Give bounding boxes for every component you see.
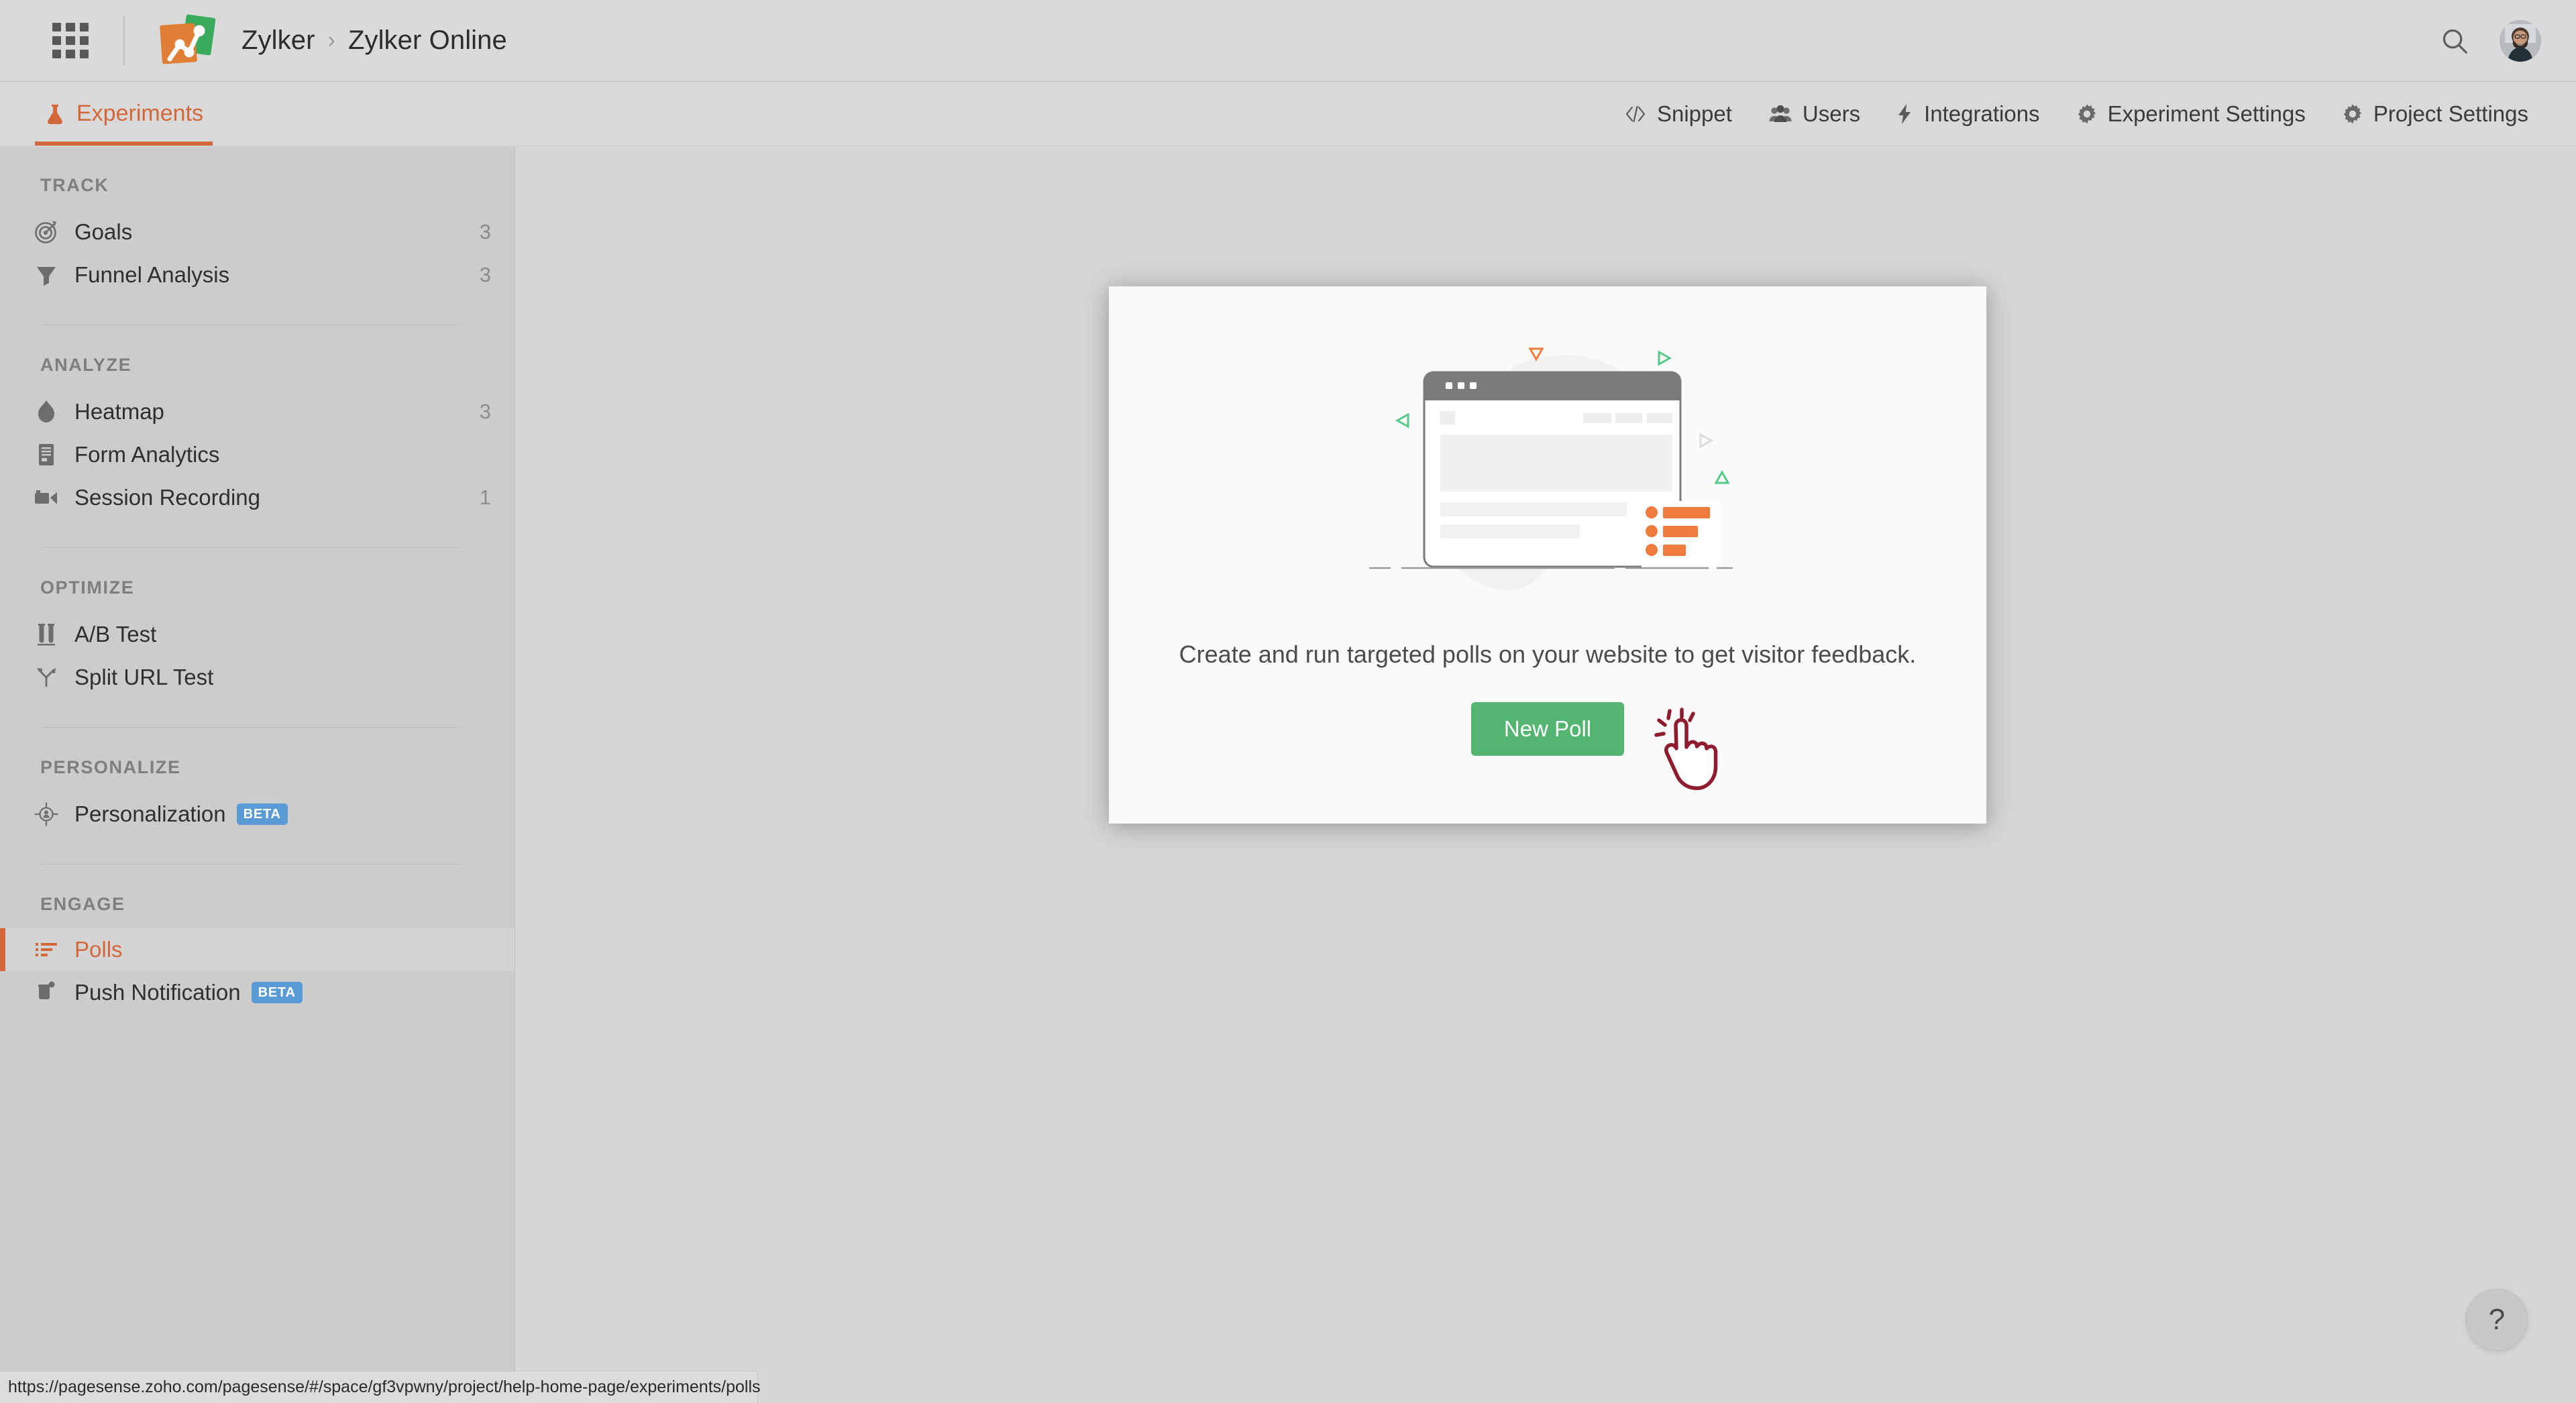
sidebar-item-goals[interactable]: Goals 3 <box>0 211 515 254</box>
active-tab-underline <box>35 142 213 146</box>
sidebar-item-form-analytics[interactable]: Form Analytics <box>0 433 515 476</box>
grid-dot <box>79 50 89 59</box>
sidebar-item-heatmap-label: Heatmap <box>74 399 164 424</box>
target-icon <box>32 217 61 247</box>
sidebar-item-personalization[interactable]: Personalization BETA <box>0 793 515 836</box>
video-camera-icon <box>32 483 61 512</box>
sidebar-item-ab-test[interactable]: A/B Test <box>0 613 515 656</box>
sidebar-item-split-url-test-label: Split URL Test <box>74 665 214 689</box>
sidebar-group-analyze-title: ANALYZE <box>40 355 132 375</box>
split-arrows-icon <box>32 663 61 692</box>
nav-item-snippet-label: Snippet <box>1656 101 1732 126</box>
grid-dot <box>66 22 75 32</box>
nav-item-experiment-settings[interactable]: Experiment Settings <box>2058 101 2324 127</box>
crosshair-user-icon <box>32 799 61 829</box>
breadcrumb-separator: › <box>327 27 335 53</box>
help-button[interactable]: ? <box>2466 1289 2528 1351</box>
grid-dot <box>79 22 89 32</box>
header-actions <box>2439 19 2541 62</box>
grid-dot <box>52 36 62 46</box>
bolt-icon <box>1898 103 1911 124</box>
sidebar-item-heatmap[interactable]: Heatmap 3 <box>0 390 515 433</box>
nav-item-snippet[interactable]: Snippet <box>1606 101 1750 127</box>
secondary-nav: Experiments Snippet Users Integrations E… <box>0 82 2576 146</box>
sidebar-group-optimize-title: OPTIMIZE <box>40 577 135 598</box>
poll-list-icon <box>32 935 61 964</box>
browser-poll-illustration <box>1109 325 1986 647</box>
sidebar-item-heatmap-count: 3 <box>479 400 491 423</box>
sidebar-group-track-title: TRACK <box>40 175 109 195</box>
sidebar-group-engage-title: ENGAGE <box>40 894 125 914</box>
empty-state-description: Create and run targeted polls on your we… <box>1179 640 1917 668</box>
sidebar-item-funnel-analysis-count: 3 <box>479 263 491 286</box>
flame-icon <box>32 397 61 427</box>
grid-dot <box>66 50 75 59</box>
breadcrumb-project[interactable]: Zylker Online <box>348 25 507 56</box>
flask-icon <box>48 104 62 124</box>
grid-dot <box>79 36 89 46</box>
sidebar-item-session-recording[interactable]: Session Recording 1 <box>0 476 515 519</box>
tab-experiments-label: Experiments <box>76 101 203 126</box>
avatar[interactable] <box>2500 19 2541 62</box>
breadcrumb-org[interactable]: Zylker <box>241 25 315 56</box>
secondary-nav-left: Experiments <box>35 82 213 146</box>
gear-icon <box>2343 104 2362 123</box>
code-icon <box>1625 105 1646 122</box>
nav-item-integrations[interactable]: Integrations <box>1878 101 2057 127</box>
nav-item-project-settings-label: Project Settings <box>2373 101 2528 126</box>
sidebar-item-session-recording-label: Session Recording <box>74 485 260 510</box>
grid-dot <box>52 50 62 59</box>
users-icon <box>1769 105 1792 122</box>
grid-dot <box>52 22 62 32</box>
breadcrumb: Zylker › Zylker Online <box>241 25 507 56</box>
pagesense-logo-icon[interactable] <box>158 13 216 67</box>
secondary-nav-right: Snippet Users Integrations Experiment Se… <box>1606 101 2546 127</box>
polls-empty-state-card: Create and run targeted polls on your we… <box>1109 286 1986 824</box>
nav-item-experiment-settings-label: Experiment Settings <box>2107 101 2306 126</box>
nav-item-users-label: Users <box>1802 101 1861 126</box>
header-divider <box>123 15 125 66</box>
sidebar-item-push-notification[interactable]: Push Notification BETA <box>0 971 515 1014</box>
app-header: Zylker › Zylker Online <box>0 0 2576 82</box>
nav-item-users[interactable]: Users <box>1750 101 1878 127</box>
gear-icon <box>2078 104 2096 123</box>
logo-chart-line <box>167 25 205 61</box>
push-bell-icon <box>32 978 61 1007</box>
nav-item-project-settings[interactable]: Project Settings <box>2324 101 2546 127</box>
sidebar-item-split-url-test[interactable]: Split URL Test <box>0 656 515 699</box>
sidebar-item-goals-label: Goals <box>74 219 133 244</box>
tab-experiments[interactable]: Experiments <box>35 82 213 146</box>
funnel-icon <box>32 260 61 290</box>
sidebar-item-session-recording-count: 1 <box>479 486 491 509</box>
sidebar-item-ab-test-label: A/B Test <box>74 622 157 647</box>
form-icon <box>32 440 61 469</box>
nav-item-integrations-label: Integrations <box>1924 101 2040 126</box>
sidebar: TRACK Goals 3 Funnel Analysis 3 ANALYZE <box>0 147 515 1403</box>
sidebar-item-push-notification-label: Push Notification <box>74 980 241 1005</box>
sidebar-item-funnel-analysis[interactable]: Funnel Analysis 3 <box>0 254 515 296</box>
grid-apps-icon[interactable] <box>52 22 89 59</box>
new-poll-button[interactable]: New Poll <box>1470 702 1625 756</box>
beta-badge: BETA <box>236 803 288 825</box>
sidebar-item-polls-label: Polls <box>74 937 123 962</box>
test-tubes-icon <box>32 620 61 649</box>
avatar-photo <box>2500 19 2541 62</box>
status-bar-url: https://pagesense.zoho.com/pagesense/#/s… <box>0 1371 761 1403</box>
beta-badge: BETA <box>251 982 303 1003</box>
sidebar-item-goals-count: 3 <box>479 220 491 243</box>
sidebar-item-polls[interactable]: Polls <box>0 928 515 971</box>
sidebar-item-form-analytics-label: Form Analytics <box>74 442 220 467</box>
sidebar-item-personalization-label: Personalization <box>74 801 226 826</box>
sidebar-group-personalize-title: PERSONALIZE <box>40 757 181 777</box>
search-icon[interactable] <box>2439 25 2470 56</box>
grid-dot <box>66 36 75 46</box>
empty-state-action-row: New Poll <box>1109 702 1986 756</box>
sidebar-item-funnel-analysis-label: Funnel Analysis <box>74 262 230 287</box>
